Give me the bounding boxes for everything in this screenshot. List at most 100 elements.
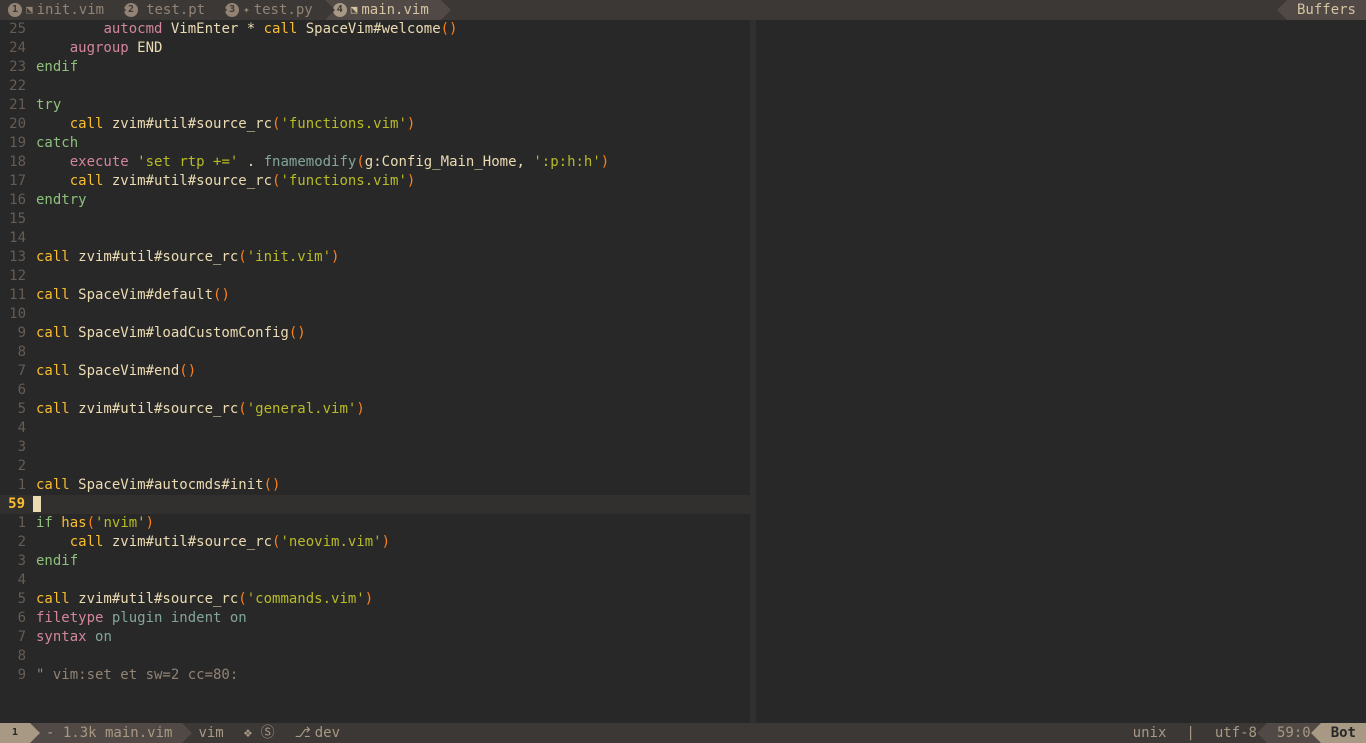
- code-line[interactable]: 1call SpaceVim#autocmds#init(): [0, 476, 756, 495]
- code-line[interactable]: 2: [0, 457, 756, 476]
- tab-label: test.py: [254, 0, 313, 20]
- line-number: 4: [0, 419, 30, 438]
- code-line[interactable]: 23endif: [0, 58, 756, 77]
- branch-name: dev: [315, 723, 340, 743]
- code-line[interactable]: 8: [0, 343, 756, 362]
- code-line[interactable]: 1if has('nvim'): [0, 514, 756, 533]
- code-line[interactable]: 3: [0, 438, 756, 457]
- tab-number-badge: 3: [225, 3, 239, 17]
- buffers-label[interactable]: Buffers: [1287, 0, 1366, 20]
- code-line[interactable]: 17 call zvim#util#source_rc('functions.v…: [0, 172, 756, 191]
- code-line[interactable]: 2 call zvim#util#source_rc('neovim.vim'): [0, 533, 756, 552]
- tab-test-pt[interactable]: 2test.pt: [116, 0, 217, 20]
- code-line[interactable]: 13call zvim#util#source_rc('init.vim'): [0, 248, 756, 267]
- status-spacer: [350, 723, 1123, 743]
- editor-area: 25 autocmd VimEnter * call SpaceVim#welc…: [0, 20, 1366, 723]
- line-number: 12: [0, 267, 30, 286]
- code-line[interactable]: 10: [0, 305, 756, 324]
- line-number: 13: [0, 248, 30, 267]
- code-line[interactable]: 6filetype plugin indent on: [0, 609, 756, 628]
- code-content: [30, 210, 36, 229]
- line-number: 20: [0, 115, 30, 134]
- tab-number-badge: 2: [124, 3, 138, 17]
- line-number: 6: [0, 381, 30, 400]
- code-content: [30, 343, 36, 362]
- code-line[interactable]: 18 execute 'set rtp +=' . fnamemodify(g:…: [0, 153, 756, 172]
- code-line[interactable]: 6: [0, 381, 756, 400]
- editor-pane-left[interactable]: 25 autocmd VimEnter * call SpaceVim#welc…: [0, 20, 756, 723]
- cursor: [33, 496, 41, 512]
- code-line[interactable]: 22: [0, 77, 756, 96]
- line-number: 16: [0, 191, 30, 210]
- line-number: 2: [0, 457, 30, 476]
- code-line[interactable]: 21try: [0, 96, 756, 115]
- tab-label: main.vim: [361, 0, 428, 20]
- code-line[interactable]: 24 augroup END: [0, 39, 756, 58]
- line-number: 7: [0, 362, 30, 381]
- code-content: endif: [30, 58, 78, 77]
- code-line[interactable]: 8: [0, 647, 756, 666]
- line-number: 23: [0, 58, 30, 77]
- code-line[interactable]: 19catch: [0, 134, 756, 153]
- status-file-info: - 1.3k main.vim: [30, 723, 182, 743]
- line-number: 15: [0, 210, 30, 229]
- line-number: 2: [0, 533, 30, 552]
- status-percent: Bot: [1321, 723, 1366, 743]
- code-content: syntax on: [30, 628, 112, 647]
- file-icon: ⬔: [26, 0, 33, 20]
- code-content: call SpaceVim#default(): [30, 286, 230, 305]
- code-content: autocmd VimEnter * call SpaceVim#welcome…: [30, 20, 457, 39]
- code-line[interactable]: 59: [0, 495, 756, 514]
- line-number: 7: [0, 628, 30, 647]
- code-content: if has('nvim'): [30, 514, 154, 533]
- code-line[interactable]: 3endif: [0, 552, 756, 571]
- code-content: " vim:set et sw=2 cc=80:: [30, 666, 238, 685]
- line-number: 59: [0, 495, 29, 514]
- code-content: call zvim#util#source_rc('neovim.vim'): [30, 533, 390, 552]
- code-content: catch: [30, 134, 78, 153]
- status-mode: 1: [0, 723, 30, 743]
- code-content: [30, 305, 36, 324]
- code-line[interactable]: 5call zvim#util#source_rc('commands.vim'…: [0, 590, 756, 609]
- code-line[interactable]: 11call SpaceVim#default(): [0, 286, 756, 305]
- code-line[interactable]: 4: [0, 419, 756, 438]
- code-line[interactable]: 4: [0, 571, 756, 590]
- tab-test-py[interactable]: 3✦test.py: [217, 0, 325, 20]
- code-line[interactable]: 14: [0, 229, 756, 248]
- code-content: call zvim#util#source_rc('functions.vim'…: [30, 172, 415, 191]
- code-line[interactable]: 16endtry: [0, 191, 756, 210]
- line-number: 6: [0, 609, 30, 628]
- code-line[interactable]: 9call SpaceVim#loadCustomConfig(): [0, 324, 756, 343]
- line-number: 10: [0, 305, 30, 324]
- code-line[interactable]: 12: [0, 267, 756, 286]
- code-line[interactable]: 9" vim:set et sw=2 cc=80:: [0, 666, 756, 685]
- status-branch: ⎇ dev: [285, 723, 350, 743]
- editor-pane-right[interactable]: [756, 20, 1366, 723]
- code-line[interactable]: 5call zvim#util#source_rc('general.vim'): [0, 400, 756, 419]
- file-icon: ⬔: [351, 0, 358, 20]
- code-content: [30, 457, 36, 476]
- code-line[interactable]: 20 call zvim#util#source_rc('functions.v…: [0, 115, 756, 134]
- line-number: 25: [0, 20, 30, 39]
- code-content: call zvim#util#source_rc('general.vim'): [30, 400, 365, 419]
- code-content: [30, 229, 36, 248]
- line-number: 24: [0, 39, 30, 58]
- code-content: call SpaceVim#end(): [30, 362, 196, 381]
- code-content: filetype plugin indent on: [30, 609, 247, 628]
- code-content: [30, 647, 36, 666]
- code-content: call zvim#util#source_rc('commands.vim'): [30, 590, 373, 609]
- tab-init-vim[interactable]: 1⬔init.vim: [0, 0, 116, 20]
- tab-main-vim[interactable]: 4⬔main.vim: [325, 0, 441, 20]
- code-line[interactable]: 7call SpaceVim#end(): [0, 362, 756, 381]
- line-number: 9: [0, 666, 30, 685]
- code-content: [30, 381, 36, 400]
- line-number: 5: [0, 590, 30, 609]
- line-number: 3: [0, 438, 30, 457]
- code-content: [29, 495, 756, 514]
- line-number: 14: [0, 229, 30, 248]
- line-number: 21: [0, 96, 30, 115]
- code-line[interactable]: 7syntax on: [0, 628, 756, 647]
- code-line[interactable]: 25 autocmd VimEnter * call SpaceVim#welc…: [0, 20, 756, 39]
- code-content: endif: [30, 552, 78, 571]
- code-line[interactable]: 15: [0, 210, 756, 229]
